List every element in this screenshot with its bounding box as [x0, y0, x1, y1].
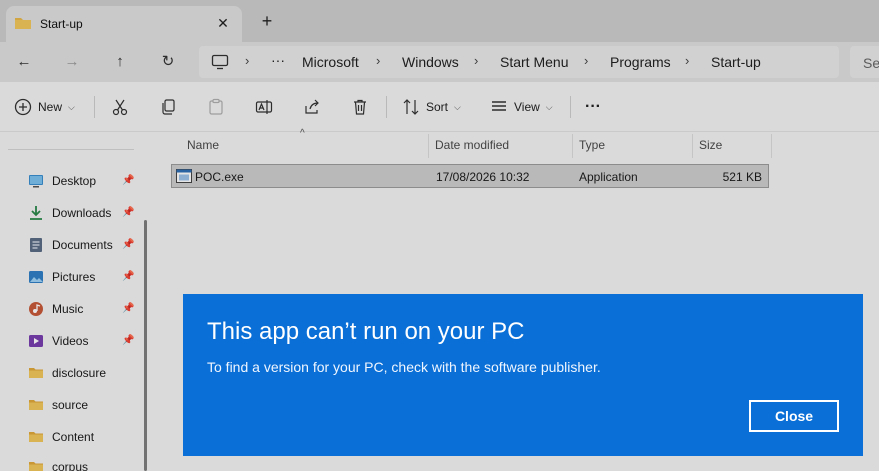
app-cant-run-dialog: This app can’t run on your PC To find a … — [183, 294, 863, 456]
close-button[interactable]: Close — [749, 400, 839, 432]
dialog-message: To find a version for your PC, check wit… — [207, 359, 601, 375]
dialog-title: This app can’t run on your PC — [207, 318, 525, 345]
